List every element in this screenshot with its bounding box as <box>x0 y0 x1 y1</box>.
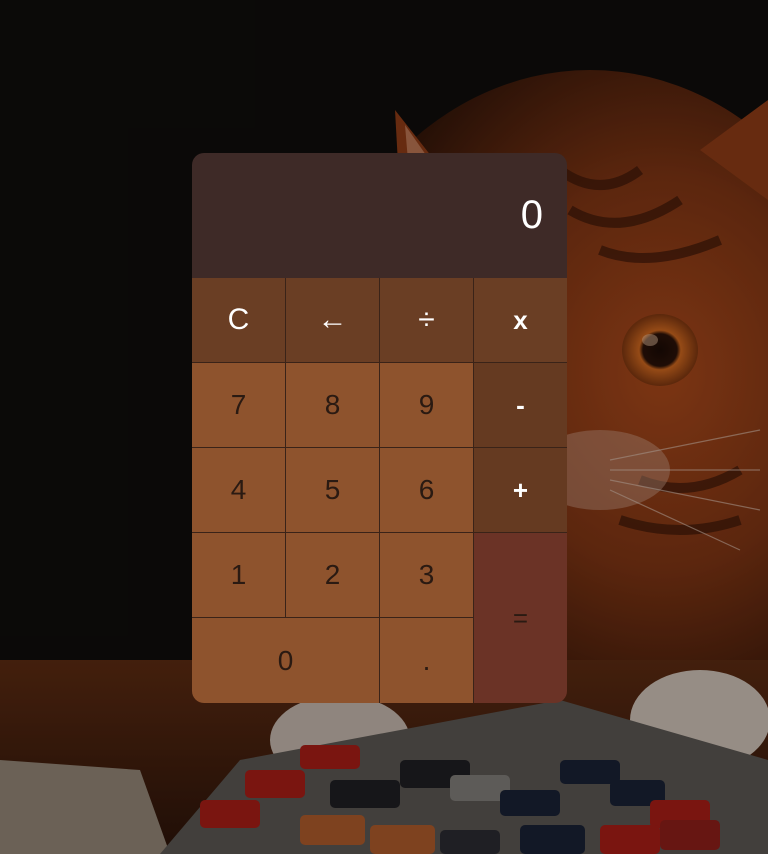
seven-button[interactable]: 7 <box>192 363 286 448</box>
equals-button[interactable]: = <box>474 533 567 703</box>
multiply-button[interactable]: x <box>474 278 567 363</box>
add-button[interactable]: + <box>474 448 567 533</box>
clear-button[interactable]: C <box>192 278 286 363</box>
calculator: 0 C ← ÷ x 7 8 9 - 4 5 6 + 1 2 3 = 0 . <box>192 153 567 703</box>
zero-button[interactable]: 0 <box>192 618 380 703</box>
subtract-button[interactable]: - <box>474 363 567 448</box>
backspace-button[interactable]: ← <box>286 278 380 363</box>
eight-button[interactable]: 8 <box>286 363 380 448</box>
four-button[interactable]: 4 <box>192 448 286 533</box>
one-button[interactable]: 1 <box>192 533 286 618</box>
calculator-display: 0 <box>192 153 567 278</box>
two-button[interactable]: 2 <box>286 533 380 618</box>
five-button[interactable]: 5 <box>286 448 380 533</box>
decimal-button[interactable]: . <box>380 618 474 703</box>
six-button[interactable]: 6 <box>380 448 474 533</box>
divide-button[interactable]: ÷ <box>380 278 474 363</box>
three-button[interactable]: 3 <box>380 533 474 618</box>
nine-button[interactable]: 9 <box>380 363 474 448</box>
